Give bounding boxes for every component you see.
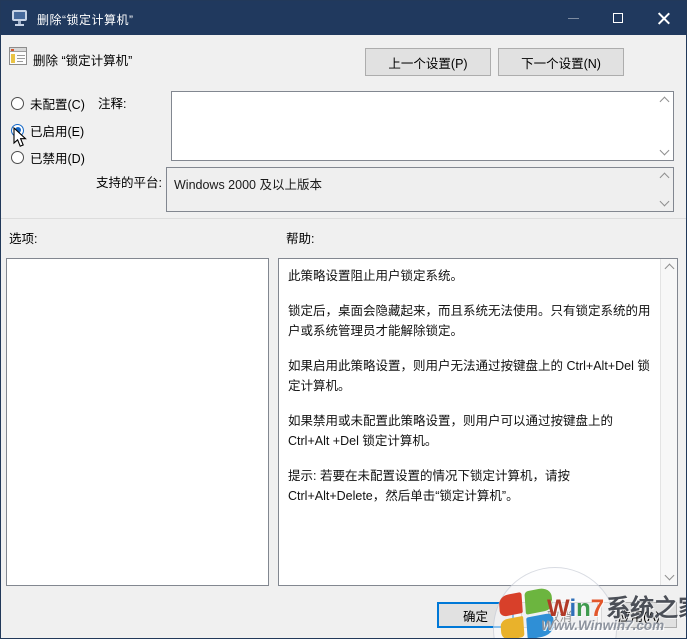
help-scrollbar[interactable] xyxy=(660,259,677,585)
help-paragraph: 此策略设置阻止用户锁定系统。 xyxy=(288,269,464,283)
computer-monitor-icon xyxy=(12,9,29,26)
radio-circle-icon xyxy=(11,150,24,164)
radio-label: 已禁用(D) xyxy=(30,151,85,166)
apply-button[interactable]: 应用(A) xyxy=(601,602,677,628)
supported-platform-value: Windows 2000 及以上版本 xyxy=(174,178,322,192)
previous-setting-button[interactable]: 上一个设置(P) xyxy=(365,48,491,76)
radio-label: 未配置(C) xyxy=(30,97,85,112)
ok-button[interactable]: 确定 xyxy=(437,602,514,628)
supported-platform-field: Windows 2000 及以上版本 xyxy=(166,167,674,212)
titlebar[interactable]: 删除“锁定计算机” xyxy=(1,1,686,35)
help-label: 帮助: xyxy=(286,232,315,246)
policy-setting-dialog: 删除“锁定计算机” 删除 “锁定计算机” 上一个设置(P) 下一个设置(N) 未… xyxy=(0,0,687,639)
help-paragraph: 锁定后，桌面会隐藏起来，而且系统无法使用。只有锁定系统的用户或系统管理员才能解除… xyxy=(288,304,651,338)
close-icon xyxy=(658,12,670,24)
options-label: 选项: xyxy=(9,232,38,246)
platform-scroll-down-icon[interactable] xyxy=(659,196,670,207)
radio-disabled[interactable]: 已禁用(D) xyxy=(11,148,85,166)
help-paragraph: 如果启用此策略设置，则用户无法通过按键盘上的 Ctrl+Alt+Del 锁定计算… xyxy=(288,359,650,393)
platform-scroll-up-icon[interactable] xyxy=(659,172,670,183)
minimize-icon xyxy=(568,18,579,19)
options-pane xyxy=(6,258,269,586)
help-text: 此策略设置阻止用户锁定系统。 锁定后，桌面会隐藏起来，而且系统无法使用。只有锁定… xyxy=(279,259,660,585)
page-title: 删除 “锁定计算机” xyxy=(33,54,133,68)
supported-platform-label: 支持的平台: xyxy=(96,176,162,190)
mouse-cursor-icon xyxy=(13,127,27,147)
radio-label: 已启用(E) xyxy=(30,124,85,139)
window-title: 删除“锁定计算机” xyxy=(37,13,134,27)
cancel-button[interactable]: 取消 xyxy=(521,602,598,628)
maximize-icon xyxy=(613,13,623,23)
close-button[interactable] xyxy=(641,1,686,35)
help-pane: 此策略设置阻止用户锁定系统。 锁定后，桌面会隐藏起来，而且系统无法使用。只有锁定… xyxy=(278,258,678,586)
section-divider xyxy=(1,218,686,219)
maximize-button[interactable] xyxy=(596,1,641,35)
policy-setting-icon xyxy=(9,47,27,65)
help-paragraph: 提示: 若要在未配置设置的情况下锁定计算机，请按 Ctrl+Alt+Delete… xyxy=(288,469,570,503)
comment-scroll-down-icon[interactable] xyxy=(659,145,670,156)
help-paragraph: 如果禁用或未配置此策略设置，则用户可以通过按键盘上的 Ctrl+Alt +Del… xyxy=(288,414,614,448)
help-scroll-down-icon[interactable] xyxy=(664,570,675,581)
radio-circle-icon xyxy=(11,96,24,110)
minimize-button[interactable] xyxy=(551,1,596,35)
radio-not-configured[interactable]: 未配置(C) xyxy=(11,94,85,112)
next-setting-button[interactable]: 下一个设置(N) xyxy=(498,48,624,76)
comment-scroll-up-icon[interactable] xyxy=(659,96,670,107)
comment-input[interactable] xyxy=(171,91,674,161)
help-scroll-up-icon[interactable] xyxy=(664,263,675,274)
comment-label: 注释: xyxy=(98,97,127,111)
